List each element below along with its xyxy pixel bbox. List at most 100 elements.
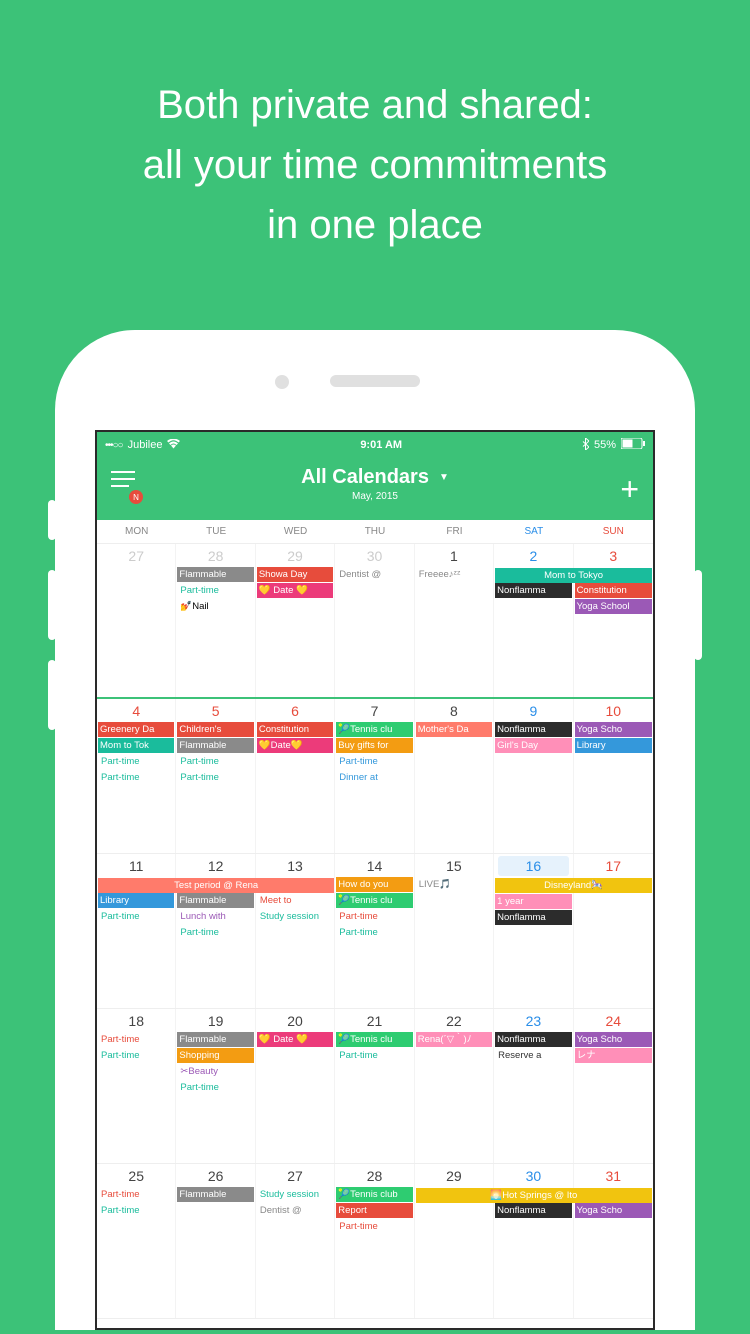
calendar-day-cell[interactable]: 10Yoga SchoLibrary [574, 699, 653, 853]
calendar-day-cell[interactable]: 18Part-timePart-time [97, 1009, 176, 1163]
calendar-event[interactable]: Part-time [98, 1048, 174, 1063]
calendar-event[interactable]: Mom to Tok [98, 738, 174, 753]
calendar-day-cell[interactable]: 20💛 Date 💛 [256, 1009, 335, 1163]
calendar-event[interactable]: Yoga Scho [575, 1032, 652, 1047]
calendar-event[interactable]: Dinner at [336, 770, 412, 785]
calendar-event[interactable]: Dentist @ [336, 567, 412, 582]
calendar-event[interactable]: Part-time [336, 1048, 412, 1063]
calendar-day-cell[interactable]: 28🎾Tennis clubReportPart-time [335, 1164, 414, 1318]
calendar-day-cell[interactable]: 14How do you🎾Tennis cluPart-timePart-tim… [335, 854, 414, 1008]
calendar-event[interactable]: Nonflamma [495, 1032, 571, 1047]
calendar-event[interactable]: 1 year [495, 894, 571, 909]
calendar-day-cell[interactable]: 15LIVE🎵 [415, 854, 494, 1008]
calendar-day-cell[interactable]: 26Flammable [176, 1164, 255, 1318]
calendar-event[interactable]: 💅Nail [177, 599, 253, 614]
calendar-event[interactable]: Part-time [177, 754, 253, 769]
calendar-day-cell[interactable]: 2Nonflamma [494, 544, 573, 697]
calendar-event[interactable]: 🎾Tennis clu [336, 1032, 412, 1047]
calendar-day-cell[interactable]: 4Greenery DaMom to TokPart-timePart-time [97, 699, 176, 853]
calendar-day-cell[interactable]: 5Children'sFlammablePart-timePart-time [176, 699, 255, 853]
calendar-event[interactable]: Part-time [336, 909, 412, 924]
calendar-day-cell[interactable]: 27Study sessionDentist @ [256, 1164, 335, 1318]
calendar-event[interactable]: 💛 Date 💛 [257, 583, 333, 598]
calendar-event[interactable]: How do you [336, 877, 412, 892]
calendar-event[interactable]: Flammable [177, 738, 253, 753]
calendar-event[interactable]: LIVE🎵 [416, 877, 492, 892]
calendar-event[interactable]: 🎾Tennis clu [336, 893, 412, 908]
calendar-event[interactable]: Part-time [336, 754, 412, 769]
calendar-event[interactable]: Study session [257, 909, 333, 924]
calendar-event[interactable]: Study session [257, 1187, 333, 1202]
calendar-event[interactable]: Reserve a [495, 1048, 571, 1063]
calendar-event[interactable]: Greenery Da [98, 722, 174, 737]
calendar-event[interactable]: Part-time [98, 770, 174, 785]
calendar-event[interactable]: Part-time [336, 1219, 412, 1234]
nav-title-dropdown[interactable]: All Calendars ▼ May, 2015 [301, 466, 449, 502]
calendar-day-cell[interactable]: 19FlammableShopping✂BeautyPart-time [176, 1009, 255, 1163]
calendar-event[interactable]: Library [575, 738, 652, 753]
calendar-day-cell[interactable]: 24Yoga Schoレナ [574, 1009, 653, 1163]
calendar-event[interactable]: Flammable [177, 1032, 253, 1047]
calendar-event[interactable]: Lunch with [177, 909, 253, 924]
calendar-event[interactable]: Part-time [177, 1080, 253, 1095]
calendar-event[interactable]: Nonflamma [495, 1203, 571, 1218]
calendar-event[interactable]: Shopping [177, 1048, 253, 1063]
calendar-event[interactable]: Nonflamma [495, 910, 571, 925]
calendar-day-cell[interactable]: 21🎾Tennis cluPart-time [335, 1009, 414, 1163]
calendar-event[interactable]: Flammable [177, 1187, 253, 1202]
calendar-event[interactable]: Yoga Scho [575, 1203, 652, 1218]
calendar-event[interactable]: Showa Day [257, 567, 333, 582]
calendar-event-span[interactable]: Mom to Tokyo [495, 568, 652, 583]
calendar-event[interactable]: Children's [177, 722, 253, 737]
calendar-event[interactable]: Constitution [575, 583, 652, 598]
calendar-event-span[interactable]: 🌅Hot Springs @ Ito [416, 1188, 652, 1203]
calendar-event[interactable]: Part-time [98, 909, 174, 924]
calendar-event[interactable]: レナ [575, 1048, 652, 1063]
calendar-event-span[interactable]: Disneyland🎠 [495, 878, 652, 893]
calendar-event[interactable]: 🎾Tennis club [336, 1187, 412, 1202]
calendar-event[interactable]: Part-time [98, 1187, 174, 1202]
calendar-event[interactable]: Library [98, 893, 174, 908]
calendar-event[interactable]: Nonflamma [495, 722, 571, 737]
calendar-event[interactable]: Freeee♪ᶻᶻ [416, 567, 492, 582]
calendar-event[interactable]: Rena(´▽｀)ﾉ [416, 1032, 492, 1047]
calendar-event[interactable]: Flammable [177, 567, 253, 582]
calendar-day-cell[interactable]: 1Freeee♪ᶻᶻ [415, 544, 494, 697]
calendar-event[interactable]: Part-time [98, 1203, 174, 1218]
calendar-event-span[interactable]: Test period @ Rena [98, 878, 334, 893]
calendar-day-cell[interactable]: 28FlammablePart-time💅Nail [176, 544, 255, 697]
calendar-event[interactable]: ✂Beauty [177, 1064, 253, 1079]
calendar-day-cell[interactable]: 9NonflammaGirl's Day [494, 699, 573, 853]
calendar-event[interactable]: Part-time [98, 754, 174, 769]
calendar-event[interactable]: Nonflamma [495, 583, 571, 598]
calendar-day-cell[interactable]: 22Rena(´▽｀)ﾉ [415, 1009, 494, 1163]
calendar-day-cell[interactable]: 8Mother's Da [415, 699, 494, 853]
calendar-event[interactable]: Girl's Day [495, 738, 571, 753]
calendar-day-cell[interactable]: 23NonflammaReserve a [494, 1009, 573, 1163]
calendar-event[interactable]: Dentist @ [257, 1203, 333, 1218]
calendar-event[interactable]: Part-time [98, 1032, 174, 1047]
calendar-event[interactable]: 💛Date💛 [257, 738, 333, 753]
add-button[interactable]: + [620, 471, 639, 508]
calendar-day-cell[interactable]: 30Dentist @ [335, 544, 414, 697]
calendar-day-cell[interactable]: 7🎾Tennis cluBuy gifts forPart-timeDinner… [335, 699, 414, 853]
calendar-event[interactable]: Buy gifts for [336, 738, 412, 753]
calendar-event[interactable]: Yoga Scho [575, 722, 652, 737]
calendar-day-cell[interactable]: 29Showa Day💛 Date 💛 [256, 544, 335, 697]
calendar-day-cell[interactable]: 3ConstitutionYoga School [574, 544, 653, 697]
calendar-event[interactable]: Mother's Da [416, 722, 492, 737]
calendar-day-cell[interactable]: 27 [97, 544, 176, 697]
menu-button[interactable]: N [111, 478, 139, 500]
calendar-event[interactable]: Yoga School [575, 599, 652, 614]
calendar-event[interactable]: Part-time [336, 925, 412, 940]
calendar-event[interactable]: Part-time [177, 925, 253, 940]
calendar-event[interactable]: Part-time [177, 770, 253, 785]
calendar-event[interactable]: 🎾Tennis clu [336, 722, 412, 737]
calendar-event[interactable]: 💛 Date 💛 [257, 1032, 333, 1047]
calendar-event[interactable]: Flammable [177, 893, 253, 908]
calendar-event[interactable]: Part-time [177, 583, 253, 598]
calendar-day-cell[interactable]: 6Constitution💛Date💛 [256, 699, 335, 853]
calendar-event[interactable]: Report [336, 1203, 412, 1218]
calendar-event[interactable]: Meet to [257, 893, 333, 908]
calendar-event[interactable]: Constitution [257, 722, 333, 737]
